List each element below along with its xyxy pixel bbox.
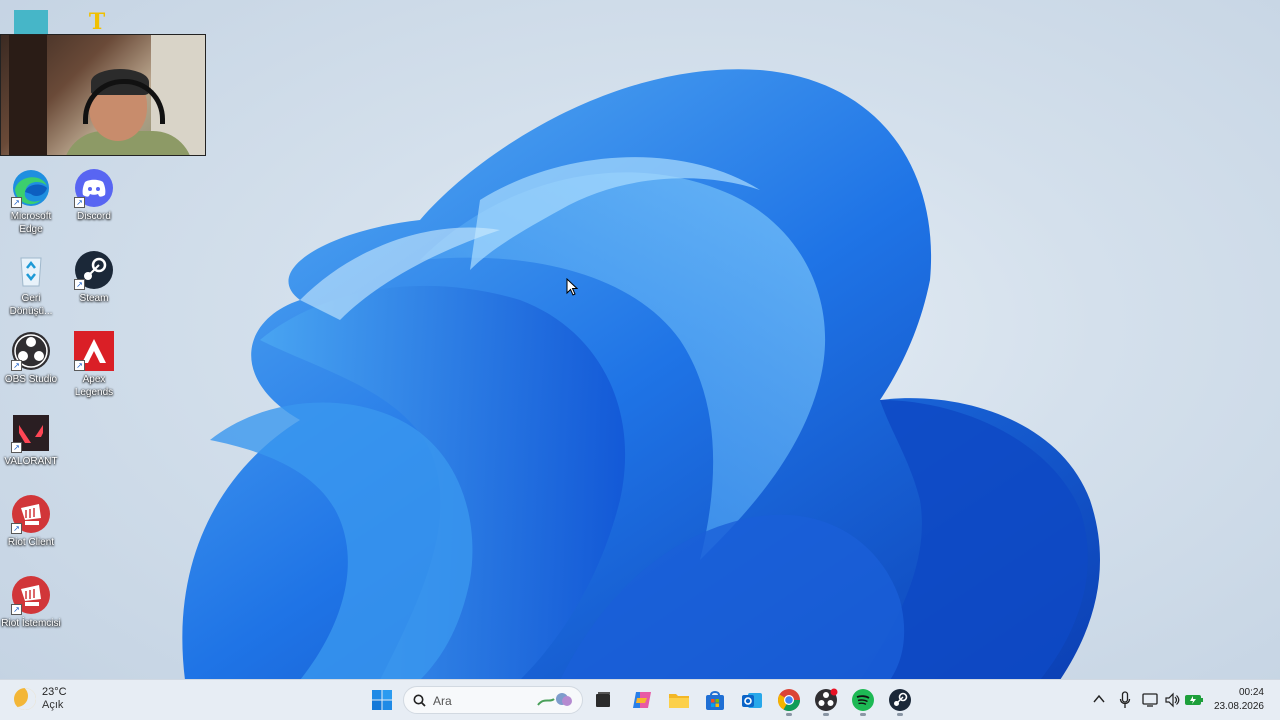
- obs-icon: ↗: [11, 331, 51, 371]
- start-button[interactable]: [370, 688, 394, 712]
- riot-client-icon: ↗: [11, 575, 51, 615]
- apex-legends-icon: ↗: [74, 331, 114, 371]
- webcam-overlay: [0, 34, 206, 156]
- task-view-button[interactable]: [591, 688, 615, 712]
- store-button[interactable]: [703, 688, 727, 712]
- clock-time: 00:24: [1238, 687, 1264, 698]
- outlook-icon: [742, 693, 762, 708]
- desktop-icon-label: Discord: [77, 211, 111, 222]
- copilot-icon: [633, 692, 651, 708]
- desktop-icon-edge[interactable]: ↗ Microsoft Edge: [0, 168, 62, 236]
- volume-icon[interactable]: [1164, 692, 1180, 708]
- taskbar-search-box[interactable]: Ara: [403, 686, 583, 714]
- desktop-icon-label: Riot Client: [7, 537, 55, 548]
- desktop-icon-label: Riot İstemcisi: [1, 618, 61, 629]
- battery-icon[interactable]: [1184, 692, 1204, 708]
- search-icon: [413, 694, 426, 707]
- desktop-icon-riot-istemcisi[interactable]: ↗ Riot İstemcisi: [0, 575, 62, 630]
- desktop-icon-valorant[interactable]: ↗ VALORANT: [0, 413, 62, 468]
- weather-widget[interactable]: 23°C Açık: [14, 686, 67, 712]
- recycle-bin-icon: [11, 250, 51, 290]
- desktop-icon-recycle-bin[interactable]: Geri Dönüşü...: [0, 250, 62, 318]
- desktop-icon-riot-client[interactable]: ↗ Riot Client: [0, 494, 62, 549]
- desktop-icon-label: VALORANT: [4, 456, 58, 467]
- desktop-icon-label: Apex Legends: [74, 374, 114, 398]
- desktop-icon-steam[interactable]: ↗ Steam: [63, 250, 125, 305]
- desktop-icon-label: OBS Studio: [4, 374, 58, 385]
- file-explorer-icon: [669, 694, 689, 708]
- spotify-button[interactable]: [851, 688, 875, 716]
- discord-icon: ↗: [74, 168, 114, 208]
- copilot-button[interactable]: [630, 688, 654, 712]
- windows-start-icon: [372, 690, 392, 710]
- steam-icon: ↗: [74, 250, 114, 290]
- teal-app-icon[interactable]: [14, 10, 48, 34]
- desktop-icon-obs[interactable]: ↗ OBS Studio: [0, 331, 62, 386]
- steam-icon: [889, 689, 911, 711]
- gold-logo-icon[interactable]: T: [80, 10, 114, 34]
- chrome-icon: [778, 689, 800, 711]
- clock-date: 23.08.2026: [1213, 701, 1264, 712]
- obs-icon: [815, 688, 838, 711]
- taskbar-clock[interactable]: 00:24 23.08.2026: [1214, 686, 1264, 714]
- chrome-button[interactable]: [777, 688, 801, 716]
- spotify-icon: [852, 689, 874, 711]
- desktop-icon-discord[interactable]: ↗ Discord: [63, 168, 125, 223]
- file-explorer-button[interactable]: [667, 688, 691, 712]
- search-highlight-icon: [537, 693, 572, 706]
- chevron-up-icon[interactable]: [1093, 694, 1105, 704]
- network-icon[interactable]: [1142, 692, 1158, 708]
- obs-taskbar-button[interactable]: [814, 688, 838, 716]
- microphone-icon[interactable]: [1119, 691, 1131, 709]
- desktop-icon-label: Steam: [79, 293, 109, 304]
- steam-taskbar-button[interactable]: [888, 688, 912, 716]
- riot-client-icon: ↗: [11, 494, 51, 534]
- store-icon: [706, 691, 724, 710]
- weather-condition: Açık: [42, 699, 64, 711]
- outlook-button[interactable]: [740, 688, 764, 712]
- desktop-icon-apex[interactable]: ↗ Apex Legends: [63, 331, 125, 399]
- moon-icon: [14, 688, 36, 710]
- system-tray: [1090, 680, 1190, 720]
- desktop-icon-label: Microsoft Edge: [10, 211, 52, 235]
- task-view-icon: [596, 692, 610, 707]
- taskbar: 23°C Açık Ara 00:24 23.08.2026: [0, 679, 1280, 720]
- mouse-cursor-icon: [566, 278, 578, 296]
- valorant-icon: ↗: [11, 413, 51, 453]
- edge-icon: ↗: [11, 168, 51, 208]
- desktop-icon-label: Geri Dönüşü...: [9, 293, 53, 317]
- weather-temp: 23°C: [42, 686, 67, 698]
- search-placeholder: Ara: [433, 694, 452, 708]
